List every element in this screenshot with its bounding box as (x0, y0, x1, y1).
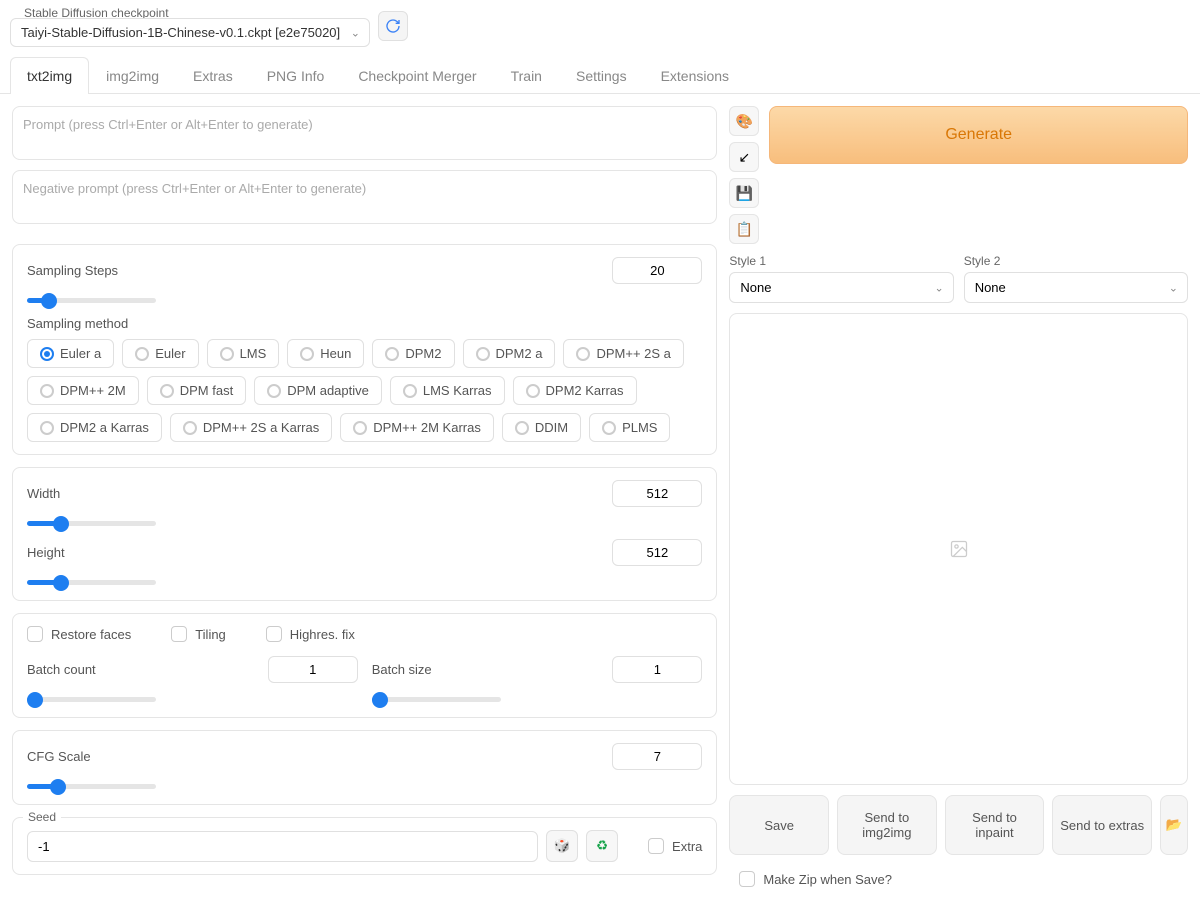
dice-icon: 🎲 (554, 838, 571, 854)
palette-icon: 🎨 (736, 113, 753, 130)
batch-count-label: Batch count (27, 662, 96, 677)
batch-count-input[interactable] (268, 656, 358, 683)
seed-input[interactable] (27, 831, 538, 862)
height-label: Height (27, 545, 65, 560)
send-to-img2img-button[interactable]: Send to img2img (837, 795, 937, 855)
sampler-dpm2[interactable]: DPM2 (372, 339, 454, 368)
seed-extra-checkbox[interactable]: Extra (648, 838, 702, 854)
sampler-dpm2-karras[interactable]: DPM2 Karras (513, 376, 637, 405)
tab-extensions[interactable]: Extensions (644, 57, 746, 94)
style2-select[interactable]: None (964, 272, 1188, 303)
reload-checkpoint-button[interactable] (378, 11, 408, 41)
send-to-extras-button[interactable]: Send to extras (1052, 795, 1152, 855)
save-button[interactable]: Save (729, 795, 829, 855)
batch-size-slider[interactable] (372, 697, 501, 702)
send-to-inpaint-button[interactable]: Send to inpaint (945, 795, 1045, 855)
width-input[interactable] (612, 480, 702, 507)
tab-settings[interactable]: Settings (559, 57, 644, 94)
seed-label: Seed (23, 810, 61, 824)
output-preview (729, 313, 1188, 785)
prompt-input[interactable] (12, 106, 717, 160)
folder-icon: 📂 (1166, 817, 1183, 833)
sampler-plms[interactable]: PLMS (589, 413, 670, 442)
tab-txt2img[interactable]: txt2img (10, 57, 89, 94)
width-label: Width (27, 486, 60, 501)
width-slider[interactable] (27, 521, 156, 526)
refresh-icon (385, 18, 401, 34)
highres-fix-checkbox[interactable]: Highres. fix (266, 626, 355, 642)
seed-reuse-button[interactable]: ♻ (586, 830, 618, 862)
restore-faces-checkbox[interactable]: Restore faces (27, 626, 131, 642)
floppy-disk-icon: 💾 (736, 185, 753, 202)
style1-label: Style 1 (729, 254, 953, 268)
sampler-dpm-fast[interactable]: DPM fast (147, 376, 246, 405)
sampling-steps-slider[interactable] (27, 298, 156, 303)
cfg-scale-label: CFG Scale (27, 749, 91, 764)
sampler-lms-karras[interactable]: LMS Karras (390, 376, 505, 405)
clipboard-icon: 📋 (736, 221, 753, 238)
sampler-heun[interactable]: Heun (287, 339, 364, 368)
tab-png-info[interactable]: PNG Info (250, 57, 342, 94)
sampler-dpm-2m[interactable]: DPM++ 2M (27, 376, 139, 405)
arrow-down-left-icon: ↙ (739, 149, 751, 166)
tab-img2img[interactable]: img2img (89, 57, 176, 94)
paste-button[interactable]: ↙ (729, 142, 759, 172)
cfg-scale-input[interactable] (612, 743, 702, 770)
tab-train[interactable]: Train (494, 57, 559, 94)
style1-select[interactable]: None (729, 272, 953, 303)
tab-extras[interactable]: Extras (176, 57, 250, 94)
batch-size-input[interactable] (612, 656, 702, 683)
sampler-dpm-2s-a[interactable]: DPM++ 2S a (563, 339, 683, 368)
height-input[interactable] (612, 539, 702, 566)
sampler-dpm-2s-a-karras[interactable]: DPM++ 2S a Karras (170, 413, 332, 442)
save-style-button[interactable]: 💾 (729, 178, 759, 208)
sampler-euler-a[interactable]: Euler a (27, 339, 114, 368)
checkpoint-select[interactable]: Taiyi-Stable-Diffusion-1B-Chinese-v0.1.c… (10, 18, 370, 47)
tiling-checkbox[interactable]: Tiling (171, 626, 226, 642)
sampler-dpm2-a-karras[interactable]: DPM2 a Karras (27, 413, 162, 442)
sampler-ddim[interactable]: DDIM (502, 413, 581, 442)
sampler-dpm-adaptive[interactable]: DPM adaptive (254, 376, 382, 405)
tab-checkpoint-merger[interactable]: Checkpoint Merger (341, 57, 493, 94)
sampler-euler[interactable]: Euler (122, 339, 198, 368)
sampling-steps-input[interactable] (612, 257, 702, 284)
recycle-icon: ♻ (596, 838, 608, 854)
sampler-lms[interactable]: LMS (207, 339, 280, 368)
cfg-scale-slider[interactable] (27, 784, 156, 789)
height-slider[interactable] (27, 580, 156, 585)
apply-style-button[interactable]: 📋 (729, 214, 759, 244)
image-placeholder-icon (949, 539, 969, 559)
style2-label: Style 2 (964, 254, 1188, 268)
sampler-dpm-2m-karras[interactable]: DPM++ 2M Karras (340, 413, 494, 442)
batch-size-label: Batch size (372, 662, 432, 677)
generate-button[interactable]: Generate (769, 106, 1188, 164)
open-folder-button[interactable]: 📂 (1160, 795, 1188, 855)
seed-random-button[interactable]: 🎲 (546, 830, 578, 862)
sampling-steps-label: Sampling Steps (27, 263, 118, 278)
interrogate-button[interactable]: 🎨 (729, 106, 759, 136)
batch-count-slider[interactable] (27, 697, 156, 702)
negative-prompt-input[interactable] (12, 170, 717, 224)
sampler-dpm2-a[interactable]: DPM2 a (463, 339, 556, 368)
make-zip-checkbox[interactable]: Make Zip when Save? (729, 871, 1188, 887)
sampling-method-label: Sampling method (27, 316, 702, 331)
